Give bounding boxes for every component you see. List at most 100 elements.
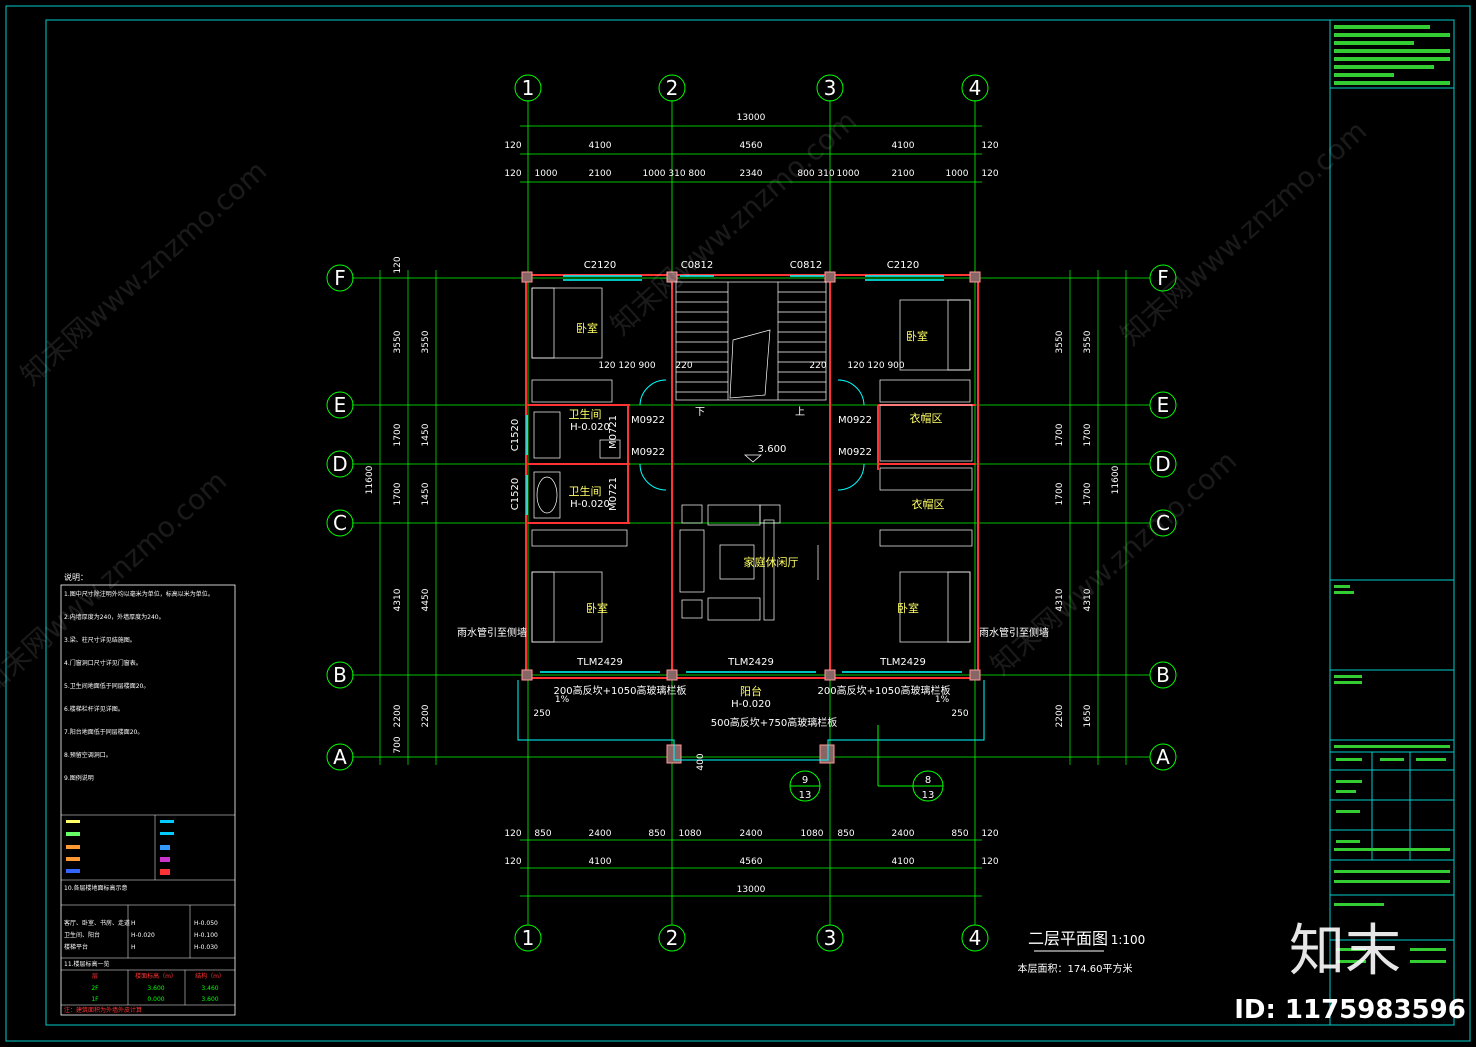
dim-top-r3-5: 800 bbox=[688, 169, 705, 179]
window-c1520-b: C1520 bbox=[510, 478, 521, 510]
level-row-2f-floor: 3.600 bbox=[147, 985, 164, 992]
notes-line: 3.梁、柱尺寸详见结施图。 bbox=[64, 636, 136, 644]
dim-250-right: 250 bbox=[951, 709, 968, 719]
floor-plan-drawing: 1 2 3 4 1 2 3 4 F E D C B A F E D C B A … bbox=[0, 5, 1471, 1042]
level-row-1f-floor: 0.000 bbox=[147, 996, 164, 1003]
balcony-rail-right: 200高反坎+1050高玻璃栏板 bbox=[818, 684, 951, 697]
dim-top-r3-2: 2100 bbox=[589, 169, 612, 179]
door-m0922-a: M0922 bbox=[631, 415, 665, 426]
room-family-hall: 家庭休闲厅 bbox=[744, 555, 799, 569]
dim-right-inner-2: 1700 bbox=[1083, 482, 1093, 505]
room-bath-1: 卫生间 bbox=[569, 407, 602, 421]
room-balcony: 阳台 bbox=[740, 684, 762, 698]
axis-label-1-bottom: 1 bbox=[522, 926, 535, 950]
dim-120-900-right: 120 120 900 bbox=[847, 361, 905, 371]
dim-400: 400 bbox=[696, 753, 706, 770]
stair-dim-220-right: 220 bbox=[809, 361, 826, 371]
notes-table-cell: 卫生间、阳台 bbox=[64, 931, 100, 939]
room-closet-1: 衣帽区 bbox=[910, 411, 943, 425]
window-tlm-left: TLM2429 bbox=[576, 657, 623, 668]
detail-ref-9-13: 9 13 bbox=[789, 770, 821, 802]
dim-bot-r2-4: 120 bbox=[981, 857, 998, 867]
level-row-1f-name: 1F bbox=[91, 996, 99, 1003]
dim-top-r3-12: 120 bbox=[981, 169, 998, 179]
dim-bot-r1-7: 850 bbox=[837, 829, 854, 839]
dim-bot-r1-0: 120 bbox=[504, 829, 521, 839]
axis-label-E-left: E bbox=[334, 393, 347, 417]
detail-ref-8-13: 8 13 bbox=[877, 725, 944, 802]
slope-right: 1% bbox=[935, 695, 950, 705]
dim-left-small-5: 700 bbox=[393, 736, 403, 753]
dim-top-r2-4: 120 bbox=[981, 141, 998, 151]
axis-label-B-left: B bbox=[333, 663, 347, 687]
watermark-3: 知末网www.znzmo.com bbox=[1114, 114, 1373, 352]
drain-note-left: 雨水管引至侧墙 bbox=[457, 626, 527, 639]
axis-label-4-bottom: 4 bbox=[969, 926, 982, 950]
dim-top-overall: 13000 bbox=[737, 113, 766, 123]
dim-left-outer-4: 2200 bbox=[393, 704, 403, 727]
dim-top-r2-0: 120 bbox=[504, 141, 521, 151]
dim-left-inner-4: 2200 bbox=[421, 704, 431, 727]
axis-label-B-right: B bbox=[1156, 663, 1170, 687]
dim-left-outer-0: 3550 bbox=[393, 330, 403, 353]
axis-label-2-bottom: 2 bbox=[666, 926, 679, 950]
staircase bbox=[675, 281, 827, 401]
notes-table-cell: H bbox=[131, 944, 136, 951]
axis-label-F-left: F bbox=[334, 266, 346, 290]
level-col-1: 楼面标高（m） bbox=[135, 972, 177, 980]
door-m0922-b: M0922 bbox=[631, 447, 665, 458]
door-m0922-c: M0922 bbox=[838, 415, 872, 426]
notes-line: 6.楼梯栏杆详见详图。 bbox=[64, 705, 124, 713]
dim-left-outer-2: 1700 bbox=[393, 482, 403, 505]
axis-label-D-left: D bbox=[332, 452, 347, 476]
notes-table-cell: 楼梯平台 bbox=[64, 943, 88, 951]
level-row-1f-struct: 3.600 bbox=[201, 996, 218, 1003]
dim-bot-r1-4: 1080 bbox=[679, 829, 702, 839]
axis-label-3-bottom: 3 bbox=[824, 926, 837, 950]
dim-right-inner-4: 1650 bbox=[1083, 704, 1093, 727]
level-row-2f-struct: 3.460 bbox=[201, 985, 218, 992]
dim-left-overall: 11600 bbox=[365, 465, 375, 494]
dim-top-r3-0: 120 bbox=[504, 169, 521, 179]
dim-bot-r1-9: 850 bbox=[951, 829, 968, 839]
dim-top-r3-8: 310 bbox=[817, 169, 834, 179]
dim-right-outer-4: 2200 bbox=[1055, 704, 1065, 727]
level-row-2f-name: 2F bbox=[91, 985, 99, 992]
drawing-scale: 1:100 bbox=[1111, 933, 1146, 947]
room-closet-2: 衣帽区 bbox=[912, 497, 945, 511]
dim-top-r3-4: 310 bbox=[668, 169, 685, 179]
dim-top-r2-1: 4100 bbox=[589, 141, 612, 151]
detail-ref-9-top: 9 bbox=[802, 775, 808, 786]
drawing-title: 二层平面图 bbox=[1028, 929, 1108, 948]
notes-legend-swatches bbox=[66, 820, 174, 875]
detail-ref-9-bottom: 13 bbox=[799, 790, 812, 801]
window-c2120-right: C2120 bbox=[887, 260, 919, 271]
dim-top-r3-3: 1000 bbox=[643, 169, 666, 179]
dim-right-inner-0: 3550 bbox=[1083, 330, 1093, 353]
dim-right-outer-1: 1700 bbox=[1055, 423, 1065, 446]
dim-right-overall: 11600 bbox=[1111, 465, 1121, 494]
notes-line: 4.门窗洞口尺寸详见门窗表。 bbox=[64, 659, 142, 667]
notes-footer: 注：建筑面积为外墙外皮计算 bbox=[64, 1006, 142, 1014]
floor-area: 本层面积：174.60平方米 bbox=[1018, 962, 1133, 975]
room-bedroom-bottom-left: 卧室 bbox=[586, 601, 608, 615]
notes-line: 9.图例说明 bbox=[64, 774, 94, 782]
axis-label-A-left: A bbox=[333, 745, 347, 769]
brand-logo: 知末 bbox=[1289, 919, 1401, 984]
level-col-0: 层 bbox=[92, 973, 98, 980]
dim-left-inner-0: 3550 bbox=[421, 330, 431, 353]
dim-bot-r1-5: 2400 bbox=[740, 829, 763, 839]
watermark-1: 知末网www.znzmo.com bbox=[14, 154, 273, 392]
balcony-rail-center: 500高反坎+750高玻璃栏板 bbox=[711, 716, 838, 729]
balcony-rail-left: 200高反坎+1050高玻璃栏板 bbox=[554, 684, 687, 697]
dim-250-left: 250 bbox=[533, 709, 550, 719]
title-block bbox=[1330, 25, 1454, 963]
dim-top-r2-3: 4100 bbox=[892, 141, 915, 151]
room-bath-1-level: H-0.020 bbox=[570, 422, 610, 433]
dim-bot-r2-3: 4100 bbox=[892, 857, 915, 867]
axis-label-C-left: C bbox=[333, 511, 347, 535]
slope-left: 1% bbox=[555, 695, 570, 705]
dim-bot-r1-1: 850 bbox=[534, 829, 551, 839]
dim-right-inner-1: 1700 bbox=[1083, 423, 1093, 446]
axis-label-4-top: 4 bbox=[969, 76, 982, 100]
